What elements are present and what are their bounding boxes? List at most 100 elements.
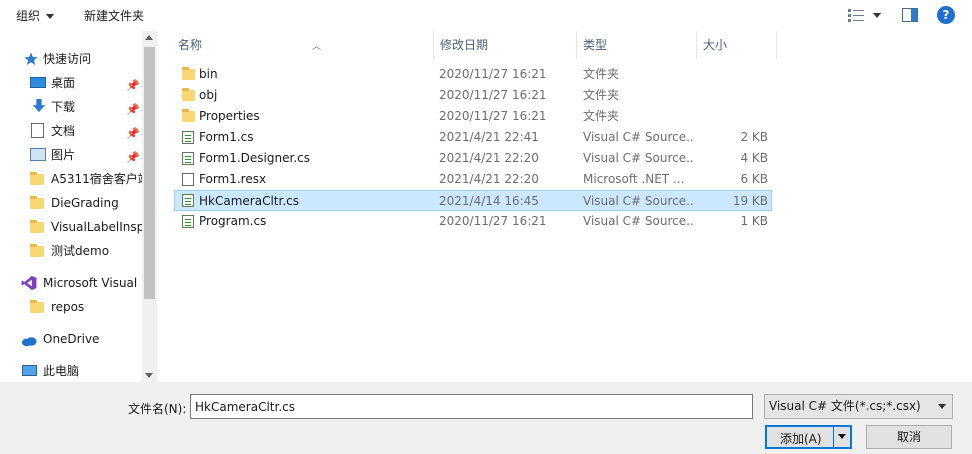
folder-icon xyxy=(30,220,44,233)
organize-label: 组织 xyxy=(16,9,41,23)
file-row[interactable]: bin 2020/11/27 16:21 文件夹 xyxy=(174,64,772,85)
nav-item-pictures[interactable]: 图片 📌 xyxy=(0,144,142,166)
filetype-value: Visual C# 文件(*.cs;*.csx) xyxy=(769,399,921,413)
column-header-type[interactable]: 类型 xyxy=(577,31,697,59)
column-header-date[interactable]: 修改日期 xyxy=(434,31,577,59)
chevron-down-icon xyxy=(46,14,55,19)
file-date: 2021/4/14 16:45 xyxy=(439,194,539,208)
column-header-size[interactable]: 大小 xyxy=(697,31,777,59)
nav-quick-access[interactable]: 快速访问 xyxy=(0,48,142,70)
folder-icon xyxy=(30,244,44,257)
folder-icon xyxy=(30,300,44,313)
nav-item-label: 桌面 xyxy=(51,76,76,90)
add-button-label: 添加(A) xyxy=(780,432,822,446)
organize-button[interactable]: 组织 xyxy=(16,7,55,25)
file-list: 名称 ︿ 修改日期 类型 大小 bin 2020/11/27 16:21 文件夹… xyxy=(157,31,972,382)
nav-item-label: A5311宿舍客户端 xyxy=(51,172,142,186)
nav-item-visual-studio[interactable]: Microsoft Visual xyxy=(0,272,142,294)
column-header-name[interactable]: 名称 ︿ xyxy=(172,31,434,59)
pin-icon: 📌 xyxy=(126,79,140,92)
file-type: 文件夹 xyxy=(583,67,620,81)
csharp-file-icon xyxy=(182,131,194,144)
cloud-icon xyxy=(21,337,37,347)
file-name: Program.cs xyxy=(199,214,267,228)
nav-item-label: repos xyxy=(51,300,85,314)
folder-icon xyxy=(182,67,195,80)
file-size: 6 KB xyxy=(740,172,768,186)
cancel-button[interactable]: 取消 xyxy=(866,425,952,449)
pin-icon: 📌 xyxy=(126,151,140,164)
nav-item-folder[interactable]: VisualLabelInsp xyxy=(0,216,142,238)
filetype-select[interactable]: Visual C# 文件(*.cs;*.csx) xyxy=(764,394,953,419)
file-size: 4 KB xyxy=(740,151,768,165)
nav-scrollbar[interactable] xyxy=(142,31,157,382)
nav-item-folder[interactable]: DieGrading xyxy=(0,192,142,214)
file-name: obj xyxy=(199,88,218,102)
view-options-icon[interactable] xyxy=(848,9,864,22)
help-icon[interactable]: ? xyxy=(937,6,955,24)
add-button[interactable]: 添加(A) xyxy=(765,425,852,449)
folder-icon xyxy=(30,172,44,185)
file-row[interactable]: Form1.resx 2021/4/21 22:20 Microsoft .NE… xyxy=(174,169,772,190)
scroll-down-icon[interactable] xyxy=(145,373,153,378)
file-date: 2021/4/21 22:20 xyxy=(439,172,539,186)
file-row[interactable]: obj 2020/11/27 16:21 文件夹 xyxy=(174,85,772,106)
file-date: 2020/11/27 16:21 xyxy=(439,67,547,81)
nav-item-label: 文档 xyxy=(51,124,76,138)
nav-item-onedrive[interactable]: OneDrive xyxy=(0,328,142,350)
column-date-label: 修改日期 xyxy=(440,38,489,52)
csharp-file-icon xyxy=(182,152,194,165)
file-name: Form1.Designer.cs xyxy=(199,151,310,165)
file-type: Visual C# Source... xyxy=(583,194,695,208)
nav-item-folder[interactable]: A5311宿舍客户端 xyxy=(0,168,142,190)
file-date: 2020/11/27 16:21 xyxy=(439,214,547,228)
nav-item-desktop[interactable]: 桌面 📌 xyxy=(0,72,142,94)
column-size-label: 大小 xyxy=(703,38,728,52)
column-name-label: 名称 xyxy=(178,38,203,52)
csharp-file-icon xyxy=(182,215,194,228)
nav-item-downloads[interactable]: 下载 📌 xyxy=(0,96,142,118)
add-dropdown-icon[interactable] xyxy=(838,434,846,439)
file-type: Visual C# Source... xyxy=(583,151,695,165)
navigation-pane: 快速访问 桌面 📌 下载 📌 文档 📌 图片 📌 A5311宿舍客户端 DieG… xyxy=(0,31,157,382)
file-row[interactable]: Form1.Designer.cs 2021/4/21 22:20 Visual… xyxy=(174,148,772,169)
star-icon xyxy=(24,52,38,65)
pin-icon: 📌 xyxy=(126,103,140,116)
nav-item-repos[interactable]: repos xyxy=(0,296,142,318)
nav-item-label: 此电脑 xyxy=(43,364,80,378)
preview-pane-icon[interactable] xyxy=(902,8,918,22)
computer-icon xyxy=(22,365,37,376)
new-folder-button[interactable]: 新建文件夹 xyxy=(84,7,144,25)
file-type: Visual C# Source... xyxy=(583,214,695,228)
file-name: Form1.resx xyxy=(199,172,267,186)
scroll-up-icon[interactable] xyxy=(145,35,153,40)
chevron-down-icon xyxy=(938,404,946,409)
file-row[interactable]: Program.cs 2020/11/27 16:21 Visual C# So… xyxy=(174,211,772,232)
split-divider xyxy=(833,427,834,447)
file-type: 文件夹 xyxy=(583,88,620,102)
scroll-thumb[interactable] xyxy=(144,47,155,299)
file-row[interactable]: Form1.cs 2021/4/21 22:41 Visual C# Sourc… xyxy=(174,127,772,148)
file-size: 1 KB xyxy=(740,214,768,228)
view-dropdown-icon[interactable] xyxy=(873,13,881,18)
nav-item-label: VisualLabelInsp xyxy=(51,220,142,234)
file-name: HkCameraCltr.cs xyxy=(199,194,299,208)
nav-item-label: DieGrading xyxy=(51,196,119,210)
nav-item-folder[interactable]: 测试demo xyxy=(0,240,142,262)
pin-icon: 📌 xyxy=(126,127,140,140)
sort-up-icon: ︿ xyxy=(312,42,322,52)
desktop-icon xyxy=(30,77,46,88)
filename-input[interactable] xyxy=(190,394,753,419)
file-name: bin xyxy=(199,67,218,81)
nav-item-label: 测试demo xyxy=(51,244,110,258)
nav-item-documents[interactable]: 文档 📌 xyxy=(0,120,142,142)
resx-file-icon xyxy=(182,173,194,186)
file-row[interactable]: Properties 2020/11/27 16:21 文件夹 xyxy=(174,106,772,127)
nav-item-label: 图片 xyxy=(51,148,76,162)
folder-icon xyxy=(182,109,195,122)
nav-item-this-pc[interactable]: 此电脑 xyxy=(0,360,142,382)
file-row-selected[interactable]: HkCameraCltr.cs 2021/4/14 16:45 Visual C… xyxy=(174,190,772,211)
column-type-label: 类型 xyxy=(583,38,608,52)
file-date: 2020/11/27 16:21 xyxy=(439,109,547,123)
file-size: 2 KB xyxy=(740,130,768,144)
